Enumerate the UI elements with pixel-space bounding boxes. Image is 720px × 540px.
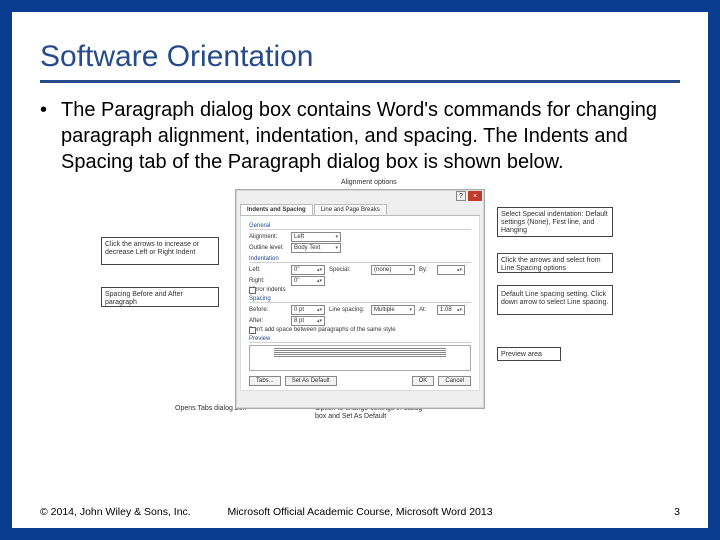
figure: Alignment options Click the arrows to in… <box>105 181 615 421</box>
tab-line-page-breaks[interactable]: Line and Page Breaks <box>314 204 387 215</box>
outline-combo[interactable]: Body Text▾ <box>291 243 341 253</box>
dialog-tabs: Indents and Spacing Line and Page Breaks <box>240 204 480 216</box>
callout-box <box>101 287 219 307</box>
callout-box <box>497 347 561 361</box>
section-indentation: Indentation <box>249 256 471 263</box>
by-label: By: <box>419 267 433 273</box>
body-text: The Paragraph dialog box contains Word's… <box>61 97 680 175</box>
slide: Software Orientation • The Paragraph dia… <box>0 0 720 540</box>
after-spinner[interactable]: 8 pt▴▾ <box>291 316 325 326</box>
right-label: Right: <box>249 278 287 284</box>
spinner-icon: ▴▾ <box>317 267 322 273</box>
nospace-label: Don't add space between paragraphs of th… <box>249 327 396 333</box>
callout-box <box>101 237 219 265</box>
section-preview: Preview <box>249 336 471 343</box>
alignment-label: Alignment: <box>249 234 287 240</box>
mirror-checkbox[interactable] <box>249 287 256 294</box>
figure-wrap: Alignment options Click the arrows to in… <box>40 181 680 421</box>
after-label: After: <box>249 318 287 324</box>
tab-indents-spacing[interactable]: Indents and Spacing <box>240 204 313 215</box>
special-label: Special: <box>329 267 367 273</box>
bullet-icon: • <box>40 97 47 175</box>
footer: © 2014, John Wiley & Sons, Inc. Microsof… <box>40 506 680 518</box>
section-general: General <box>249 223 471 230</box>
linesp-combo[interactable]: Multiple▾ <box>371 305 415 315</box>
dialog-body: General Alignment: Left▾ Outline level: … <box>240 216 480 391</box>
left-spinner[interactable]: 0"▴▾ <box>291 265 325 275</box>
paragraph-dialog: ? × Indents and Spacing Line and Page Br… <box>235 189 485 409</box>
slide-title: Software Orientation <box>40 40 680 83</box>
outline-label: Outline level: <box>249 245 287 251</box>
before-spinner[interactable]: 0 pt▴▾ <box>291 305 325 315</box>
preview-box <box>249 345 471 371</box>
alignment-combo[interactable]: Left▾ <box>291 232 341 242</box>
spinner-icon: ▴▾ <box>317 318 322 324</box>
tabs-button[interactable]: Tabs... <box>249 376 281 386</box>
close-button[interactable]: × <box>468 191 482 201</box>
preview-lines <box>252 348 468 357</box>
special-combo[interactable]: (none)▾ <box>371 265 415 275</box>
dialog-titlebar: ? × <box>236 190 484 202</box>
chevron-down-icon: ▾ <box>335 234 338 240</box>
chevron-down-icon: ▾ <box>335 245 338 251</box>
callout-box <box>497 253 613 273</box>
nospace-checkbox[interactable] <box>249 327 256 334</box>
before-label: Before: <box>249 307 287 313</box>
set-default-button[interactable]: Set As Default <box>285 376 337 386</box>
help-button[interactable]: ? <box>456 191 466 201</box>
spinner-icon: ▴▾ <box>317 278 322 284</box>
slide-body: • The Paragraph dialog box contains Word… <box>40 97 680 175</box>
cancel-button[interactable]: Cancel <box>438 376 471 386</box>
callout-box <box>497 207 613 237</box>
callout-alignment: Alignment options <box>341 179 397 187</box>
at-label: At: <box>419 307 433 313</box>
chevron-down-icon: ▾ <box>409 267 412 273</box>
section-spacing: Spacing <box>249 296 471 303</box>
course-text: Microsoft Official Academic Course, Micr… <box>40 506 680 518</box>
spinner-icon: ▴▾ <box>457 307 462 313</box>
right-spinner[interactable]: 0"▴▾ <box>291 276 325 286</box>
by-spinner[interactable]: ▴▾ <box>437 265 465 275</box>
spinner-icon: ▴▾ <box>317 307 322 313</box>
linesp-label: Line spacing: <box>329 307 367 313</box>
left-label: Left: <box>249 267 287 273</box>
callout-box <box>497 285 613 315</box>
chevron-down-icon: ▾ <box>409 307 412 313</box>
at-spinner[interactable]: 1.08▴▾ <box>437 305 465 315</box>
dialog-buttons: Tabs... Set As Default OK Cancel <box>241 376 479 386</box>
spinner-icon: ▴▾ <box>457 267 462 273</box>
ok-button[interactable]: OK <box>412 376 435 386</box>
